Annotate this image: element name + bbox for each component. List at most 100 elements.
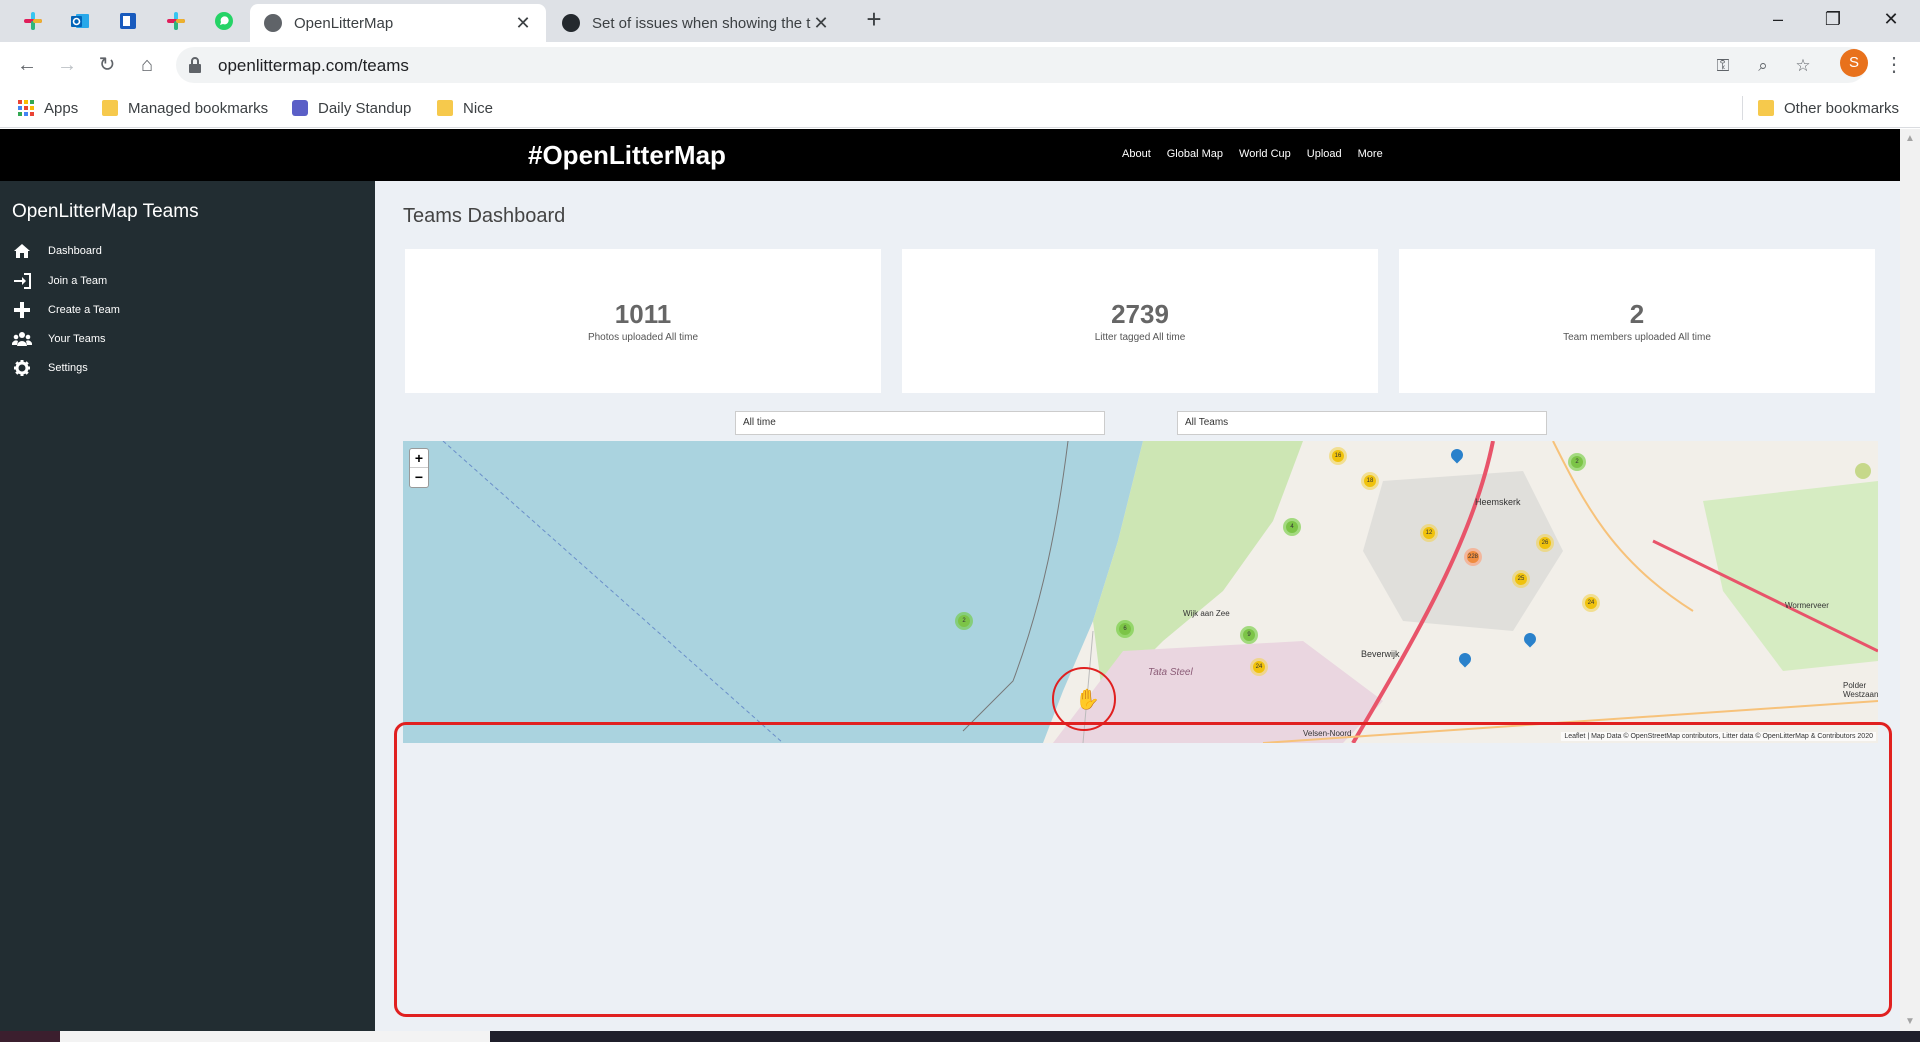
stat-label: Team members uploaded All time — [1563, 332, 1711, 343]
map-cluster-marker[interactable]: 26 — [1536, 534, 1554, 552]
cluster-count: 26 — [1539, 537, 1551, 549]
bookmark-apps[interactable]: Apps — [18, 96, 78, 120]
pinned-tab-slack[interactable] — [13, 7, 53, 35]
bookmark-label: Apps — [44, 99, 79, 117]
nav-upload[interactable]: Upload — [1307, 148, 1342, 160]
restore-button[interactable]: ❐ — [1810, 4, 1856, 34]
forward-icon[interactable]: → — [52, 50, 82, 80]
cluster-count: 6 — [1119, 623, 1131, 635]
zoom-out-button[interactable]: − — [410, 468, 428, 487]
cluster-count: 24 — [1253, 661, 1265, 673]
stat-label: Litter tagged All time — [1094, 332, 1186, 343]
address-bar[interactable]: openlittermap.com/teams ⚿ ⌕ ☆ — [176, 47, 1866, 83]
sidebar-item-your-teams[interactable]: Your Teams — [0, 327, 375, 351]
cluster-count: 228 — [1467, 551, 1479, 563]
outlook-icon — [71, 14, 89, 28]
cluster-count: 25 — [1515, 573, 1527, 585]
cluster-count: 24 — [1585, 597, 1597, 609]
nav-global-map[interactable]: Global Map — [1167, 148, 1223, 160]
github-icon — [562, 14, 580, 32]
map-cluster-marker[interactable]: 24 — [1582, 594, 1600, 612]
team-select[interactable]: All Teams — [1177, 411, 1547, 435]
star-icon[interactable]: ☆ — [1792, 55, 1814, 77]
map-cluster-marker[interactable]: 16 — [1329, 447, 1347, 465]
close-window-button[interactable]: ✕ — [1868, 4, 1914, 34]
sidebar-item-create-team[interactable]: Create a Team — [0, 298, 375, 322]
tab-title: OpenLitterMap — [294, 14, 394, 32]
stat-value: 2 — [1629, 299, 1645, 329]
plus-icon — [12, 301, 32, 319]
minimize-button[interactable]: – — [1755, 4, 1801, 34]
map-cluster-marker[interactable]: 24 — [1250, 658, 1268, 676]
bookmark-other[interactable]: Other bookmarks — [1758, 96, 1899, 120]
stat-value: 2739 — [1111, 299, 1169, 329]
reload-icon[interactable]: ↻ — [92, 50, 122, 80]
folder-icon — [102, 100, 118, 116]
chrome-menu-icon[interactable]: ⋮ — [1884, 50, 1904, 80]
sidebar-item-label: Settings — [48, 362, 88, 374]
cluster-count: 2 — [1571, 456, 1583, 468]
site-brand[interactable]: #OpenLitterMap — [528, 140, 726, 171]
nav-about[interactable]: About — [1122, 148, 1151, 160]
nav-more[interactable]: More — [1358, 148, 1383, 160]
map-cluster-marker[interactable]: 9 — [1240, 626, 1258, 644]
tab-github-issue[interactable]: Set of issues when showing the t ✕ — [548, 4, 844, 42]
map-cluster-marker[interactable]: 25 — [1512, 570, 1530, 588]
sidebar-item-join-team[interactable]: Join a Team — [0, 269, 375, 293]
site-nav: About Global Map World Cup Upload More — [1122, 148, 1383, 160]
taskbar-search[interactable] — [60, 1031, 490, 1042]
cluster-count: 18 — [1364, 475, 1376, 487]
map-tiles — [403, 441, 1878, 743]
users-icon — [12, 330, 32, 348]
map-cluster-marker[interactable]: 2 — [1568, 453, 1586, 471]
key-icon[interactable]: ⚿ — [1712, 55, 1734, 77]
map-place-label: Heemskerk — [1475, 497, 1521, 507]
bookmark-daily-standup[interactable]: Daily Standup — [292, 96, 411, 120]
bookmark-nice[interactable]: Nice — [437, 96, 493, 120]
map-cluster-marker[interactable]: 4 — [1283, 518, 1301, 536]
globe-icon — [264, 14, 282, 32]
bookmark-managed[interactable]: Managed bookmarks — [102, 96, 268, 120]
pinned-tab-slack-2[interactable] — [156, 7, 196, 35]
hand-cursor-icon: ✋ — [1075, 689, 1100, 711]
map-cluster-marker[interactable]: 6 — [1116, 620, 1134, 638]
new-tab-button[interactable]: + — [860, 6, 888, 34]
map-cluster-marker[interactable]: 12 — [1420, 524, 1438, 542]
map-cluster-marker[interactable]: 18 — [1361, 472, 1379, 490]
stat-value: 1011 — [614, 299, 672, 329]
nav-world-cup[interactable]: World Cup — [1239, 148, 1291, 160]
teams-map[interactable]: Heemskerk Wijk aan Zee Beverwijk Tata St… — [403, 441, 1878, 743]
sidebar-item-settings[interactable]: Settings — [0, 356, 375, 380]
pinned-tab-outlook[interactable] — [60, 7, 100, 35]
teams-sidebar: OpenLitterMap Teams Dashboard Join a Tea… — [0, 181, 375, 1031]
zoom-in-button[interactable]: + — [410, 449, 428, 468]
map-cluster-marker[interactable]: 2 — [955, 612, 973, 630]
back-icon[interactable]: ← — [12, 50, 42, 80]
pinned-tab-office[interactable] — [108, 7, 148, 35]
zoom-icon[interactable]: ⌕ — [1752, 55, 1774, 77]
page-scrollbar[interactable]: ▲ ▼ — [1900, 129, 1920, 1031]
profile-avatar[interactable]: S — [1840, 49, 1868, 77]
close-tab-icon[interactable]: ✕ — [514, 13, 532, 34]
apps-grid-icon — [18, 100, 34, 116]
office-app-icon — [120, 13, 136, 29]
bookmark-label: Managed bookmarks — [128, 99, 269, 117]
home-icon[interactable]: ⌂ — [132, 50, 162, 80]
bookmarks-bar: Apps Managed bookmarks Daily Standup Nic… — [0, 88, 1920, 128]
cluster-count: 9 — [1243, 629, 1255, 641]
slack-icon — [167, 12, 185, 30]
sidebar-item-dashboard[interactable]: Dashboard — [0, 239, 375, 263]
start-button[interactable] — [0, 1031, 60, 1042]
pinned-tab-whatsapp[interactable] — [204, 7, 244, 35]
bookmarks-divider — [1742, 96, 1743, 120]
scroll-down-icon[interactable]: ▼ — [1905, 1016, 1915, 1027]
stat-card-photos: 1011 Photos uploaded All time — [405, 249, 881, 393]
tab-openlittermap[interactable]: OpenLitterMap ✕ — [250, 4, 546, 42]
time-period-select[interactable]: All time — [735, 411, 1105, 435]
home-icon — [12, 242, 32, 260]
scroll-up-icon[interactable]: ▲ — [1905, 133, 1915, 144]
map-cluster-marker[interactable]: 228 — [1464, 548, 1482, 566]
close-tab-icon[interactable]: ✕ — [812, 13, 830, 34]
sidebar-title: OpenLitterMap Teams — [12, 201, 199, 222]
map-place-label: Wijk aan Zee — [1183, 609, 1230, 618]
